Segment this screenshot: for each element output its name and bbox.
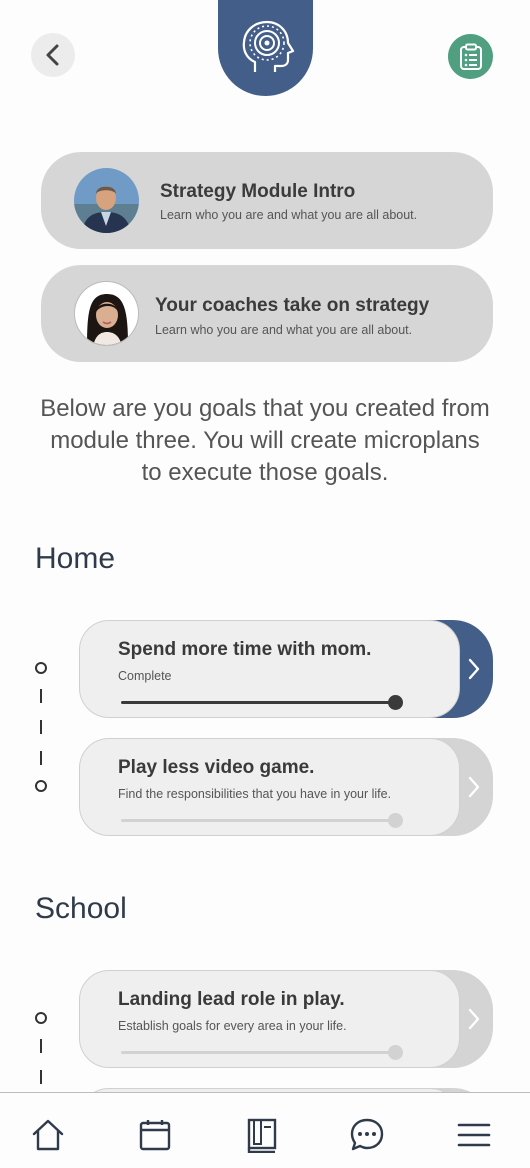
back-button[interactable] (31, 33, 75, 77)
goal-body: Landing lead role in play. Establish goa… (79, 970, 460, 1068)
goal-card-spend-time-with-mom[interactable]: Spend more time with mom. Complete (79, 620, 493, 718)
module-card-intro[interactable]: Strategy Module Intro Learn who you are … (41, 152, 493, 249)
book-icon (247, 1118, 277, 1153)
goal-title: Landing lead role in play. (118, 989, 345, 1010)
timeline-tick (40, 689, 42, 703)
section-title-school: School (35, 892, 127, 925)
chevron-right-icon (468, 776, 480, 798)
timeline-dot (35, 1012, 47, 1024)
timeline-tick (40, 751, 42, 765)
head-brain-icon (242, 20, 294, 72)
home-icon (32, 1119, 64, 1151)
goal-progress-track (121, 701, 396, 704)
timeline-dot (35, 780, 47, 792)
clipboard-button[interactable] (448, 34, 493, 79)
goal-status: Complete (118, 669, 172, 683)
module-title: Your coaches take on strategy (155, 295, 430, 316)
module-card-coaches[interactable]: Your coaches take on strategy Learn who … (41, 265, 493, 362)
chevron-right-icon (468, 658, 480, 680)
goal-body: Play less video game. Find the responsib… (79, 738, 460, 836)
bottom-nav (0, 1092, 530, 1168)
goal-progress-track (121, 1051, 396, 1054)
goal-title: Play less video game. (118, 757, 315, 778)
menu-icon (457, 1123, 491, 1147)
nav-home[interactable] (28, 1115, 68, 1155)
nav-book[interactable] (241, 1115, 281, 1155)
module-subtitle: Learn who you are and what you are all a… (155, 323, 413, 337)
app-logo (218, 0, 313, 96)
chat-icon (350, 1118, 384, 1151)
header (0, 0, 530, 110)
timeline-tick (40, 1070, 42, 1084)
goal-description: Establish goals for every area in your l… (118, 1019, 347, 1033)
calendar-icon (139, 1120, 171, 1151)
goal-description: Find the responsibilities that you have … (118, 787, 392, 801)
goal-title: Spend more time with mom. (118, 639, 372, 660)
intro-text: Below are you goals that you created fro… (40, 395, 490, 486)
nav-calendar[interactable] (135, 1115, 175, 1155)
section-title-home: Home (35, 542, 116, 575)
clipboard-list-icon (459, 43, 482, 70)
goal-card-landing-lead-role[interactable]: Landing lead role in play. Establish goa… (79, 970, 493, 1068)
module-title: Strategy Module Intro (160, 181, 356, 202)
avatar (74, 168, 139, 233)
nav-chat[interactable] (347, 1115, 387, 1155)
timeline-dot (35, 662, 47, 674)
goal-progress-track (121, 819, 396, 822)
goal-progress-knob (388, 1045, 403, 1060)
goal-body: Spend more time with mom. Complete (79, 620, 460, 718)
goal-progress-knob (388, 813, 403, 828)
nav-menu[interactable] (454, 1115, 494, 1155)
goal-card-play-less-video-game[interactable]: Play less video game. Find the responsib… (79, 738, 493, 836)
chevron-right-icon (468, 1008, 480, 1030)
avatar (74, 281, 139, 346)
module-subtitle: Learn who you are and what you are all a… (160, 208, 418, 222)
goal-progress-knob (388, 695, 403, 710)
timeline-tick (40, 1039, 42, 1053)
timeline-tick (40, 720, 42, 734)
chevron-left-icon (46, 44, 59, 66)
